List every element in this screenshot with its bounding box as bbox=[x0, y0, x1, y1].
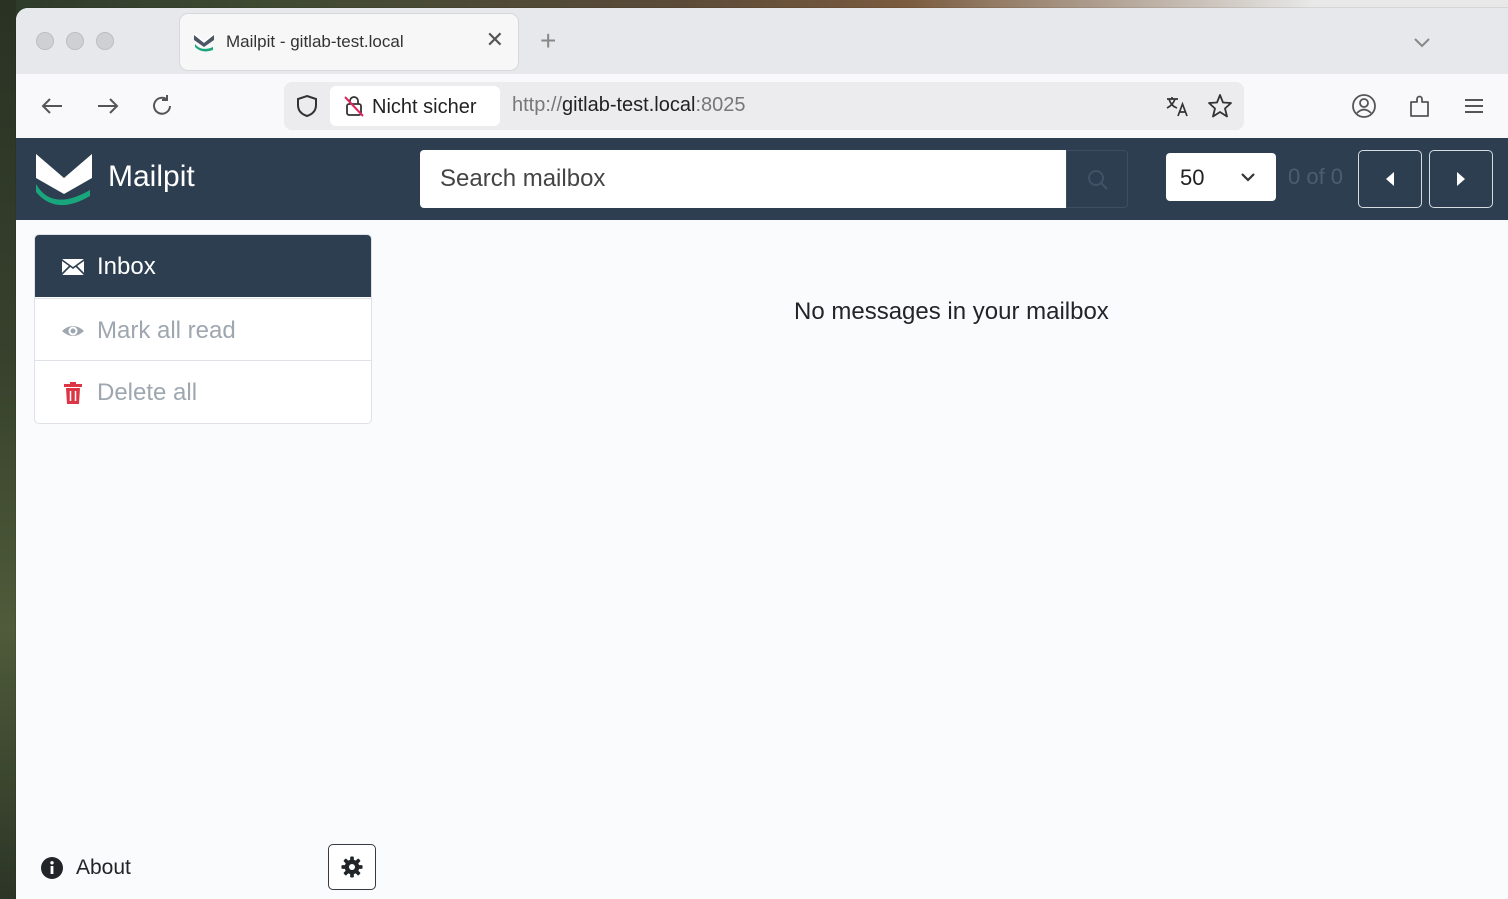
empty-mailbox-message: No messages in your mailbox bbox=[794, 298, 1109, 325]
extensions-puzzle-icon[interactable] bbox=[1406, 92, 1434, 120]
browser-toolbar: Nicht sicher http://gitlab-test.local:80… bbox=[16, 74, 1508, 139]
reload-icon[interactable] bbox=[148, 92, 176, 120]
mailpit-logo-icon[interactable] bbox=[34, 150, 94, 208]
insecure-lock-icon bbox=[344, 96, 364, 117]
chevron-down-icon[interactable] bbox=[1410, 30, 1434, 54]
previous-page-button[interactable] bbox=[1358, 150, 1422, 208]
envelope-icon bbox=[61, 259, 85, 275]
window-minimize-button[interactable] bbox=[66, 32, 84, 50]
url-text[interactable]: http://gitlab-test.local:8025 bbox=[512, 94, 746, 117]
translate-icon[interactable] bbox=[1164, 93, 1190, 119]
per-page-value: 50 bbox=[1180, 165, 1205, 190]
sidebar-item-label: Mark all read bbox=[97, 317, 236, 344]
trash-icon bbox=[64, 382, 82, 404]
app-header: Mailpit 50 0 of 0 bbox=[16, 138, 1508, 220]
tab-title: Mailpit - gitlab-test.local bbox=[226, 32, 404, 51]
eye-icon bbox=[62, 326, 84, 336]
sidebar-item-delete-all[interactable]: Delete all bbox=[35, 360, 371, 422]
mailpit-favicon-icon bbox=[193, 33, 215, 52]
gear-icon bbox=[341, 856, 363, 878]
about-label: About bbox=[76, 856, 131, 879]
window-close-button[interactable] bbox=[36, 32, 54, 50]
search-input[interactable] bbox=[420, 150, 1066, 208]
account-icon[interactable] bbox=[1350, 92, 1378, 120]
sidebar-item-label: Delete all bbox=[97, 379, 198, 406]
security-label: Nicht sicher bbox=[372, 96, 477, 118]
menu-hamburger-icon[interactable] bbox=[1460, 92, 1488, 120]
browser-window: Mailpit - gitlab-test.local ✕ + Nicht si… bbox=[16, 8, 1508, 899]
sidebar-item-mark-all-read[interactable]: Mark all read bbox=[35, 298, 371, 360]
message-count: 0 of 0 bbox=[1288, 164, 1344, 189]
per-page-select[interactable]: 50 bbox=[1166, 153, 1276, 201]
caret-left-icon bbox=[1386, 172, 1394, 186]
search-icon bbox=[1088, 170, 1108, 190]
brand-name[interactable]: Mailpit bbox=[108, 160, 195, 194]
caret-right-icon bbox=[1457, 172, 1465, 186]
sidebar-item-label: Inbox bbox=[97, 253, 156, 280]
sidebar-menu: Inbox Mark all read Delete all bbox=[34, 234, 372, 424]
address-bar[interactable]: Nicht sicher http://gitlab-test.local:80… bbox=[284, 82, 1244, 130]
search-button[interactable] bbox=[1066, 150, 1128, 208]
back-arrow-icon[interactable] bbox=[38, 92, 66, 120]
tab-close-icon[interactable]: ✕ bbox=[486, 28, 504, 52]
tab-strip: Mailpit - gitlab-test.local ✕ + bbox=[16, 8, 1508, 74]
new-tab-button[interactable]: + bbox=[540, 27, 556, 55]
bookmark-star-icon[interactable] bbox=[1206, 92, 1234, 120]
settings-button[interactable] bbox=[328, 844, 376, 890]
shield-icon[interactable] bbox=[294, 93, 320, 119]
next-page-button[interactable] bbox=[1429, 150, 1493, 208]
security-indicator[interactable]: Nicht sicher bbox=[330, 86, 500, 126]
window-zoom-button[interactable] bbox=[96, 32, 114, 50]
sidebar-item-inbox[interactable]: Inbox bbox=[35, 235, 371, 297]
desktop-background bbox=[0, 0, 16, 899]
forward-arrow-icon[interactable] bbox=[94, 92, 122, 120]
browser-tab[interactable]: Mailpit - gitlab-test.local ✕ bbox=[180, 14, 518, 70]
info-circle-icon bbox=[41, 857, 63, 879]
chevron-down-icon bbox=[1241, 173, 1255, 182]
